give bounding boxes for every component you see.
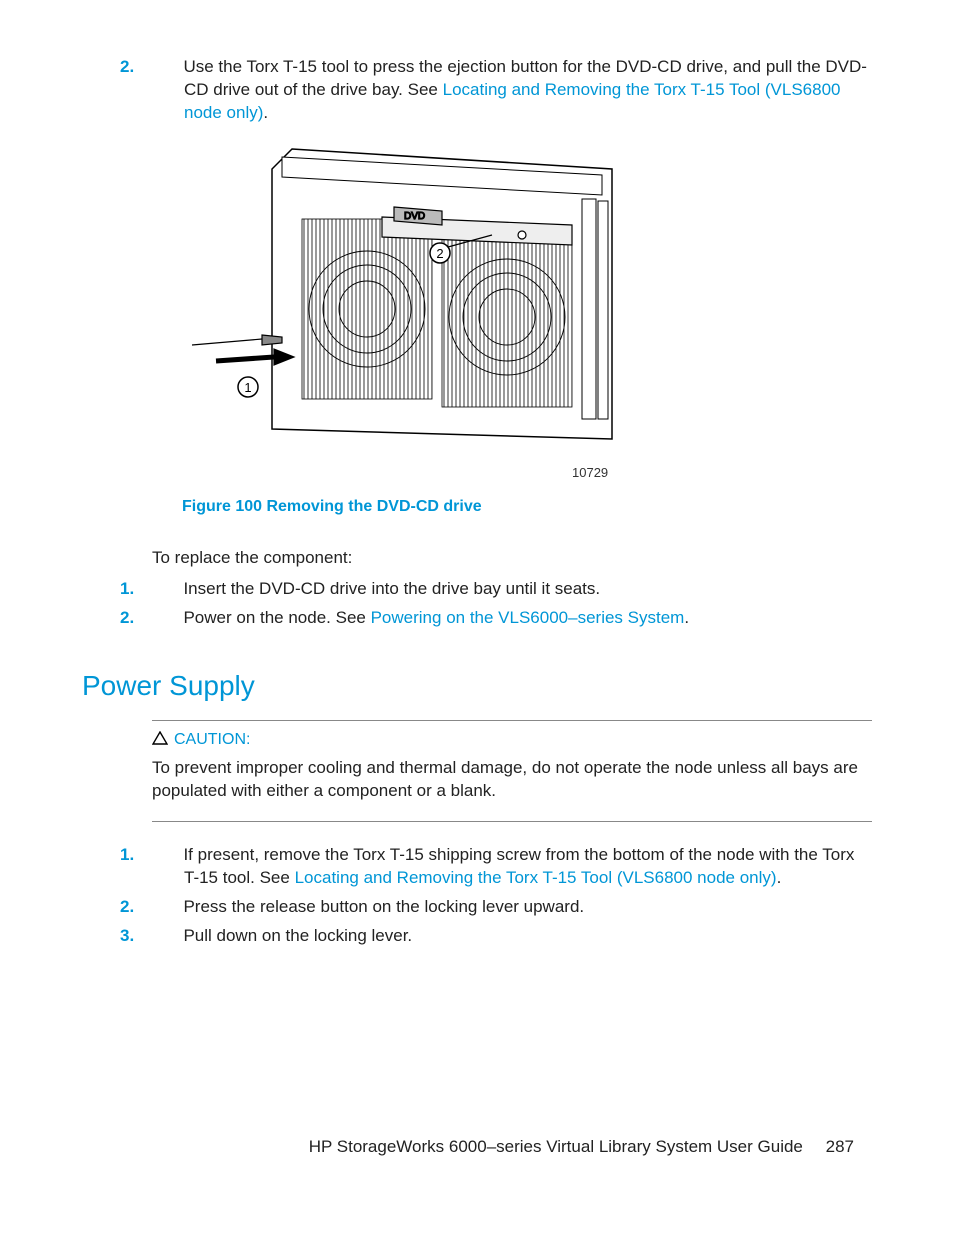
cross-reference-link[interactable]: Locating and Removing the Torx T-15 Tool… [295,868,777,887]
svg-text:DVD: DVD [404,211,425,222]
dvd-remove-step: 2. Use the Torx T-15 tool to press the e… [152,56,872,125]
step-number: 1. [152,844,174,867]
dvd-replace-step: 1. Insert the DVD-CD drive into the driv… [152,578,872,601]
power-supply-step: 2. Press the release button on the locki… [152,896,872,919]
caution-body: To prevent improper cooling and thermal … [152,756,872,804]
figure-100: DVD 2 [182,139,872,516]
step-number: 2. [152,607,174,630]
dvd-cd-drive-illustration: DVD 2 [182,139,622,459]
step-number: 3. [152,925,174,948]
cross-reference-link[interactable]: Powering on the VLS6000–series System [371,608,685,627]
step-text: . [684,608,689,627]
figure-id: 10729 [572,465,872,480]
footer-page-number: 287 [826,1137,854,1156]
power-supply-step: 1. If present, remove the Torx T-15 ship… [152,844,872,890]
step-number: 2. [152,56,174,79]
dvd-replace-step: 2. Power on the node. See Powering on th… [152,607,872,630]
footer-title: HP StorageWorks 6000–series Virtual Libr… [309,1137,803,1156]
caution-box: CAUTION: To prevent improper cooling and… [152,720,872,823]
replace-intro: To replace the component: [152,548,872,568]
step-text: . [263,103,268,122]
step-text: Power on the node. See [183,608,370,627]
svg-text:2: 2 [436,246,443,261]
step-number: 1. [152,578,174,601]
caution-icon [152,731,168,750]
step-text: Insert the DVD-CD drive into the drive b… [183,579,600,598]
figure-caption: Figure 100 Removing the DVD-CD drive [182,498,872,516]
svg-text:1: 1 [244,380,251,395]
section-heading-power-supply: Power Supply [82,670,872,702]
step-number: 2. [152,896,174,919]
step-text: Pull down on the locking lever. [183,926,412,945]
page-footer: HP StorageWorks 6000–series Virtual Libr… [309,1137,854,1157]
step-text: Press the release button on the locking … [183,897,584,916]
step-text: . [777,868,782,887]
power-supply-step: 3. Pull down on the locking lever. [152,925,872,948]
caution-label: CAUTION: [174,731,250,748]
